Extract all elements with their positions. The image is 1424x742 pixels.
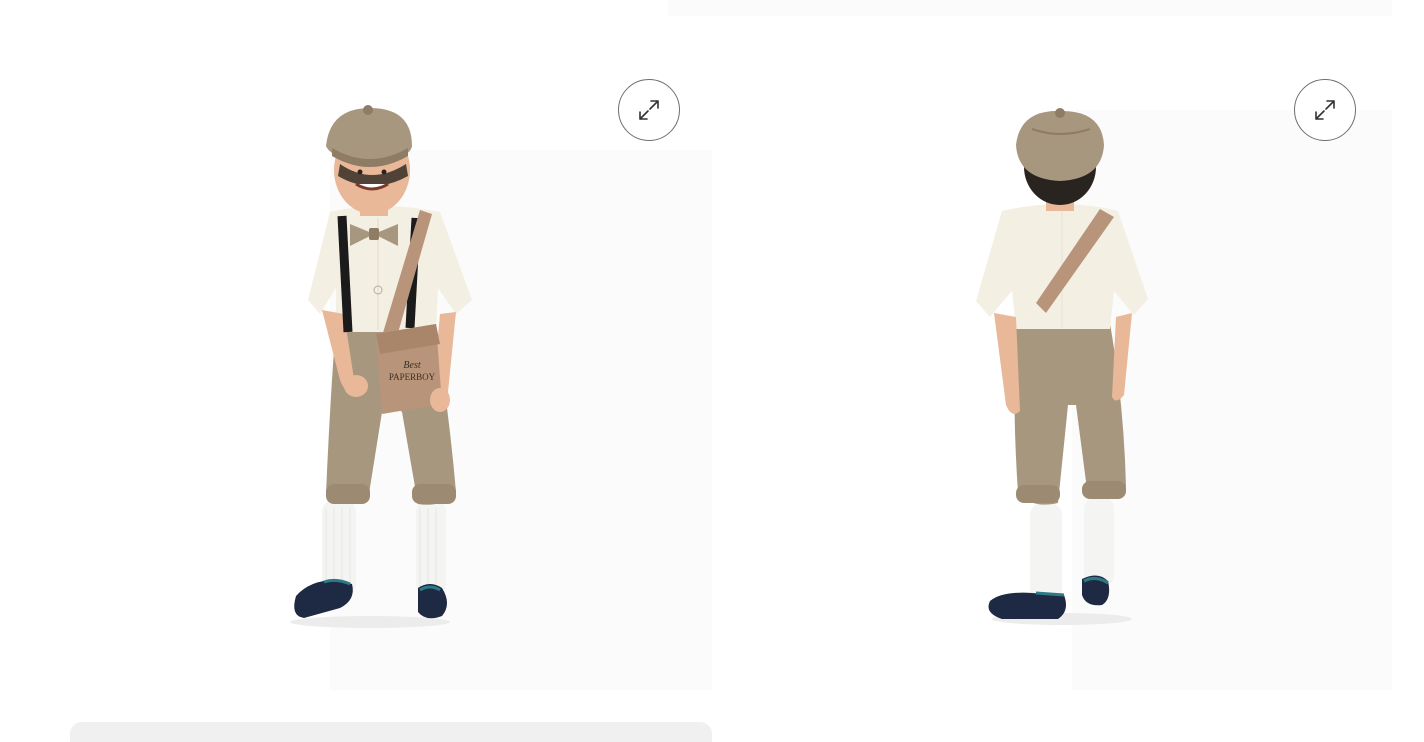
product-image-gallery: Best PAPERBOY: [0, 0, 1424, 742]
thumbnail-strip-edge: [70, 722, 712, 742]
expand-arrows-icon: [639, 100, 659, 120]
boy-back-photo: [976, 108, 1148, 625]
gallery-image-front[interactable]: Best PAPERBOY: [0, 0, 712, 742]
bag-text-paperboy: PAPERBOY: [389, 372, 436, 382]
gallery-image-back[interactable]: [668, 0, 1424, 730]
expand-arrows-icon: [1315, 100, 1335, 120]
boy-front-photo: Best PAPERBOY: [290, 105, 472, 628]
image-backdrop-top: [668, 0, 1392, 16]
expand-image-button[interactable]: [618, 79, 680, 141]
expand-image-button[interactable]: [1294, 79, 1356, 141]
bag-text-script: Best: [403, 360, 420, 371]
